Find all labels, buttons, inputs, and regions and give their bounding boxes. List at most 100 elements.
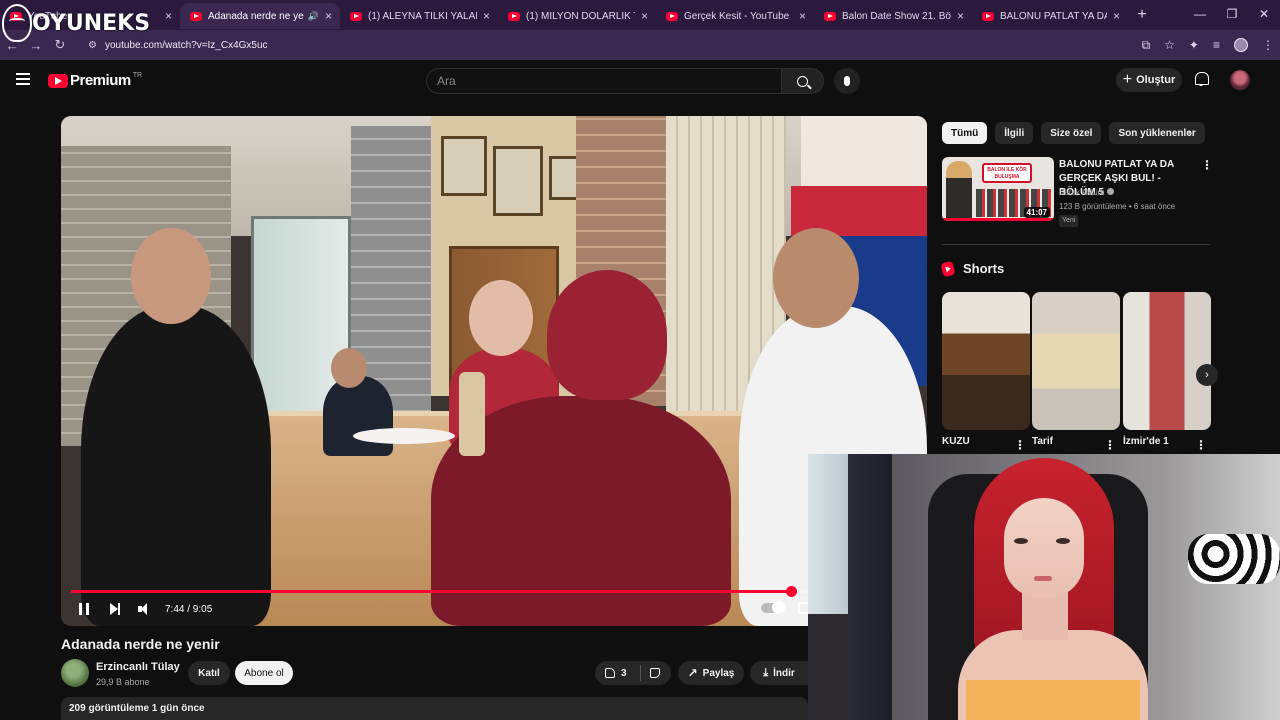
youtube-logo[interactable]: Premium TR (48, 72, 142, 89)
thumbs-down-icon[interactable] (650, 668, 660, 678)
pause-button[interactable] (69, 598, 99, 620)
bookmark-star-icon[interactable]: ☆ (1164, 38, 1175, 52)
close-tab-icon[interactable]: × (1113, 9, 1120, 23)
autoplay-toggle[interactable] (761, 601, 785, 614)
browser-tab[interactable]: BALONU PATLAT YA DA GERÇE × (972, 3, 1128, 29)
mute-button[interactable] (129, 598, 159, 620)
short-thumbnail[interactable] (1032, 292, 1120, 430)
player-controls: 7:44 / 9:05 (61, 596, 927, 622)
youtube-favicon-icon (190, 11, 202, 21)
watched-indicator (942, 218, 1054, 221)
new-badge: Yeni (1059, 215, 1079, 227)
thumbnail-banner: BALON İLE KÖR BULUŞMA (982, 163, 1032, 183)
profile-avatar[interactable] (1234, 38, 1248, 52)
more-options-icon[interactable]: ⋮ (1201, 159, 1213, 171)
recommended-thumbnail[interactable]: BALON İLE KÖR BULUŞMA 41:07 (942, 157, 1054, 221)
shorts-next-button[interactable]: › (1196, 364, 1218, 386)
install-icon[interactable]: ⧉ (1142, 38, 1151, 53)
share-button[interactable]: ↗ Paylaş (678, 661, 744, 685)
minimize-icon[interactable]: — (1184, 0, 1216, 30)
shorts-logo-icon (940, 260, 956, 277)
youtube-favicon-icon (982, 11, 994, 21)
short-title[interactable]: KUZU (942, 436, 970, 447)
recommended-channel[interactable]: Burak Aktürk (1059, 188, 1115, 197)
next-icon (110, 603, 120, 615)
close-window-icon[interactable]: ✕ (1248, 0, 1280, 30)
streamer-watermark: OYUNEKS (2, 4, 150, 42)
short-thumbnail[interactable] (1123, 292, 1211, 430)
browser-toolbar: ⧉ ☆ ✦ ≡ ⋮ (1142, 30, 1274, 60)
recommended-meta: 123 B görüntüleme • 6 saat önce (1059, 202, 1176, 211)
more-options-icon[interactable]: ⋮ (1104, 439, 1116, 451)
video-duration: 41:07 (1023, 207, 1050, 218)
create-button[interactable]: + Oluştur (1116, 68, 1182, 92)
browser-tab[interactable]: Gerçek Kesit - YouTube × (656, 3, 814, 29)
thumbs-up-icon (605, 668, 615, 678)
volume-icon (138, 603, 150, 615)
description-box[interactable]: 209 görüntüleme 1 gün önce (61, 697, 808, 720)
extensions-icon[interactable]: ✦ (1189, 38, 1199, 52)
time-display: 7:44 / 9:05 (165, 603, 213, 615)
filter-chips: Tümü İlgili Size özel Son yüklenenler (942, 122, 1205, 144)
youtube-favicon-icon (508, 11, 520, 21)
notifications-bell-icon[interactable] (1194, 72, 1209, 86)
close-tab-icon[interactable]: × (483, 9, 490, 23)
restore-icon[interactable]: ❐ (1216, 0, 1248, 30)
video-frame (61, 116, 927, 626)
close-tab-icon[interactable]: × (641, 9, 648, 23)
download-button[interactable]: ⤓ İndir (750, 661, 808, 685)
window-controls: — ❐ ✕ (1184, 0, 1280, 30)
account-avatar[interactable] (1230, 70, 1250, 90)
hamburger-menu-icon[interactable] (16, 73, 30, 85)
short-title[interactable]: Tarif (1032, 436, 1053, 447)
progress-bar[interactable] (71, 586, 917, 597)
short-title[interactable]: İzmir'de 1 (1123, 436, 1169, 447)
video-title: Adanada nerde ne yenir (61, 636, 220, 652)
search-icon (797, 75, 808, 87)
streamer-webcam (808, 454, 1280, 720)
subscriber-count: 29,9 B abone (96, 677, 150, 687)
browser-tab[interactable]: Balon Date Show 21. Bölüm - Y × (814, 3, 972, 29)
subscribe-button[interactable]: Abone ol (235, 661, 293, 685)
channel-name[interactable]: Erzincanlı Tülay (96, 661, 180, 673)
browser-tab[interactable]: (1) ALEYNA TİLKİ YALAN MAKİ × (340, 3, 498, 29)
close-tab-icon[interactable]: × (165, 9, 172, 23)
share-arrow-icon: ↗ (687, 666, 698, 680)
chip-for-you[interactable]: Size özel (1041, 122, 1102, 144)
more-options-icon[interactable]: ⋮ (1014, 439, 1026, 451)
like-button[interactable]: 3 (595, 665, 641, 681)
section-divider (942, 244, 1210, 245)
verified-icon (1107, 188, 1115, 195)
close-tab-icon[interactable]: × (957, 9, 964, 23)
new-tab-icon[interactable]: + (1128, 6, 1156, 24)
chip-related[interactable]: İlgili (995, 122, 1034, 144)
pause-icon (79, 603, 89, 615)
speaker-icon[interactable]: 🔊 (308, 11, 319, 22)
more-options-icon[interactable]: ⋮ (1195, 439, 1207, 451)
browser-menu-icon[interactable]: ⋮ (1262, 38, 1274, 52)
views-and-date: 209 görüntüleme 1 gün önce (69, 703, 205, 714)
mascot-icon (2, 4, 32, 42)
youtube-favicon-icon (350, 11, 362, 21)
video-player[interactable] (61, 116, 927, 626)
close-tab-icon[interactable]: × (325, 9, 332, 23)
progress-fill (71, 590, 791, 593)
search-box (426, 68, 782, 94)
browser-tab[interactable]: (1) MİLYON DOLARLIK TCL BİL × (498, 3, 656, 29)
join-button[interactable]: Katıl (188, 661, 230, 685)
close-tab-icon[interactable]: × (799, 9, 806, 23)
youtube-play-icon (48, 73, 68, 88)
youtube-header: Premium TR + Oluştur (0, 60, 1280, 100)
short-thumbnail[interactable] (942, 292, 1030, 430)
browser-tab-active[interactable]: Adanada nerde ne yenir - Y 🔊 × (180, 3, 340, 29)
search-input[interactable] (437, 74, 781, 88)
channel-avatar[interactable] (61, 659, 89, 687)
like-dislike-group: 3 (595, 661, 671, 685)
search-button[interactable] (782, 68, 824, 94)
chip-all[interactable]: Tümü (942, 122, 988, 144)
download-icon: ⤓ (763, 666, 769, 679)
media-control-icon[interactable]: ≡ (1213, 38, 1220, 52)
voice-search-button[interactable] (834, 68, 860, 94)
chips-next-icon[interactable]: › (1188, 126, 1192, 140)
next-button[interactable] (99, 598, 129, 620)
